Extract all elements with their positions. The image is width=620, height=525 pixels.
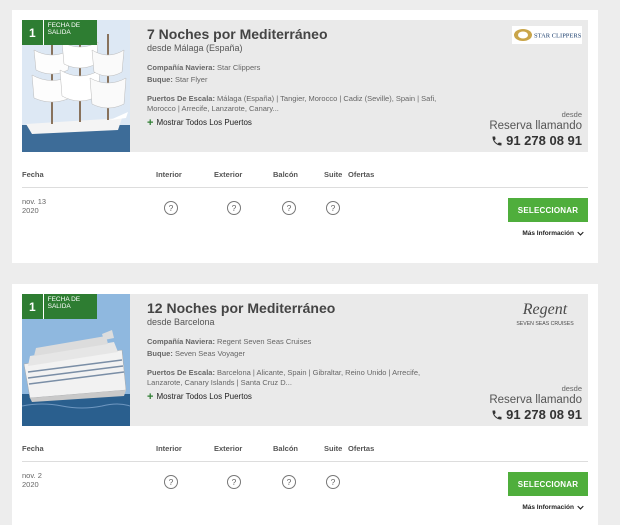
price-from-label: desde bbox=[561, 110, 582, 119]
phone-icon bbox=[492, 410, 502, 419]
show-all-ports-link[interactable]: + Mostrar Todos Los Puertos bbox=[147, 390, 437, 403]
departure-badge: 1 FECHA DE SALIDA bbox=[22, 294, 97, 319]
phone-icon bbox=[492, 136, 502, 145]
cruise-summary: 1 FECHA DE SALIDA 7 Noches por Mediterrá… bbox=[22, 20, 588, 152]
col-interior: Interior bbox=[156, 170, 182, 179]
cruise-title: 7 Noches por Mediterráneo bbox=[147, 26, 328, 42]
col-exterior: Exterior bbox=[214, 170, 243, 179]
more-info-link[interactable]: Más Información bbox=[522, 230, 584, 237]
chevron-down-icon bbox=[577, 231, 584, 236]
cruise-line-row: Compañía Naviera: Regent Seven Seas Crui… bbox=[147, 337, 312, 346]
sailing-date: nov. 13 2020 bbox=[22, 197, 47, 215]
fare-table-header: Fecha Interior Exterior Balcón Suite Ofe… bbox=[22, 444, 588, 462]
departure-label: FECHA DE SALIDA bbox=[47, 22, 81, 36]
ship-row: Buque: Star Flyer bbox=[147, 74, 208, 84]
cruise-card: 1 FECHA DE SALIDA 12 Noches por Mediterr… bbox=[12, 284, 598, 525]
select-button[interactable]: SELECCIONAR bbox=[508, 198, 588, 222]
col-exterior: Exterior bbox=[214, 444, 243, 453]
more-info-link[interactable]: Más Información bbox=[522, 504, 584, 511]
ship-row: Buque: Seven Seas Voyager bbox=[147, 348, 245, 358]
select-button[interactable]: SELECCIONAR bbox=[508, 472, 588, 496]
show-all-ports-link[interactable]: + Mostrar Todos Los Puertos bbox=[147, 116, 437, 129]
price-from-label: desde bbox=[561, 384, 582, 393]
cruise-departure-port: desde Barcelona bbox=[147, 317, 215, 327]
interior-price-unknown-icon[interactable]: ? bbox=[164, 201, 178, 215]
interior-price-unknown-icon[interactable]: ? bbox=[164, 475, 178, 489]
exterior-price-unknown-icon[interactable]: ? bbox=[227, 201, 241, 215]
balcony-price-unknown-icon[interactable]: ? bbox=[282, 475, 296, 489]
cruise-line-row: Compañía Naviera: Star Clippers bbox=[147, 63, 261, 72]
booking-phone[interactable]: 91 278 08 91 bbox=[491, 407, 582, 422]
col-suite: Suite bbox=[324, 444, 343, 453]
booking-phone[interactable]: 91 278 08 91 bbox=[491, 133, 582, 148]
table-row: nov. 13 2020 ? ? ? ? SELECCIONAR Más Info… bbox=[22, 197, 588, 238]
call-to-book-label: Reserva llamando bbox=[489, 120, 582, 132]
fare-table-header: Fecha Interior Exterior Balcón Suite Ofe… bbox=[22, 170, 588, 188]
plus-icon: + bbox=[147, 116, 154, 129]
departure-number: 1 bbox=[22, 294, 44, 319]
cruise-line-logo: Regent SEVEN SEAS CRUISES bbox=[508, 300, 582, 330]
cruise-title: 12 Noches por Mediterráneo bbox=[147, 300, 336, 316]
col-interior: Interior bbox=[156, 444, 182, 453]
svg-text:SEVEN SEAS CRUISES: SEVEN SEAS CRUISES bbox=[516, 321, 574, 327]
col-suite: Suite bbox=[324, 170, 343, 179]
suite-price-unknown-icon[interactable]: ? bbox=[326, 201, 340, 215]
chevron-down-icon bbox=[577, 505, 584, 510]
plus-icon: + bbox=[147, 390, 154, 403]
col-balcon: Balcón bbox=[273, 170, 299, 179]
table-row: nov. 2 2020 ? ? ? ? SELECCIONAR Más Infor… bbox=[22, 471, 588, 512]
svg-text:STAR CLIPPERS: STAR CLIPPERS bbox=[534, 33, 582, 40]
cruise-departure-port: desde Málaga (España) bbox=[147, 43, 243, 53]
col-fecha: Fecha bbox=[22, 444, 44, 453]
balcony-price-unknown-icon[interactable]: ? bbox=[282, 201, 296, 215]
suite-price-unknown-icon[interactable]: ? bbox=[326, 475, 340, 489]
departure-label: FECHA DE SALIDA bbox=[47, 296, 81, 310]
col-ofertas: Ofertas bbox=[348, 170, 375, 179]
cruise-line-logo: STAR CLIPPERS bbox=[512, 26, 582, 44]
exterior-price-unknown-icon[interactable]: ? bbox=[227, 475, 241, 489]
cruise-card: 1 FECHA DE SALIDA 7 Noches por Mediterrá… bbox=[12, 10, 598, 263]
col-balcon: Balcón bbox=[273, 444, 299, 453]
departure-number: 1 bbox=[22, 20, 44, 45]
sailing-date: nov. 2 2020 bbox=[22, 471, 42, 489]
call-to-book-label: Reserva llamando bbox=[489, 394, 582, 406]
col-fecha: Fecha bbox=[22, 170, 44, 179]
departure-badge: 1 FECHA DE SALIDA bbox=[22, 20, 97, 45]
col-ofertas: Ofertas bbox=[348, 444, 375, 453]
cruise-summary: 1 FECHA DE SALIDA 12 Noches por Mediterr… bbox=[22, 294, 588, 426]
svg-text:Regent: Regent bbox=[522, 301, 568, 318]
ports-row: Puertos De Escala: Barcelona | Alicante,… bbox=[147, 368, 421, 387]
ports-row: Puertos De Escala: Málaga (España) | Tan… bbox=[147, 94, 437, 113]
